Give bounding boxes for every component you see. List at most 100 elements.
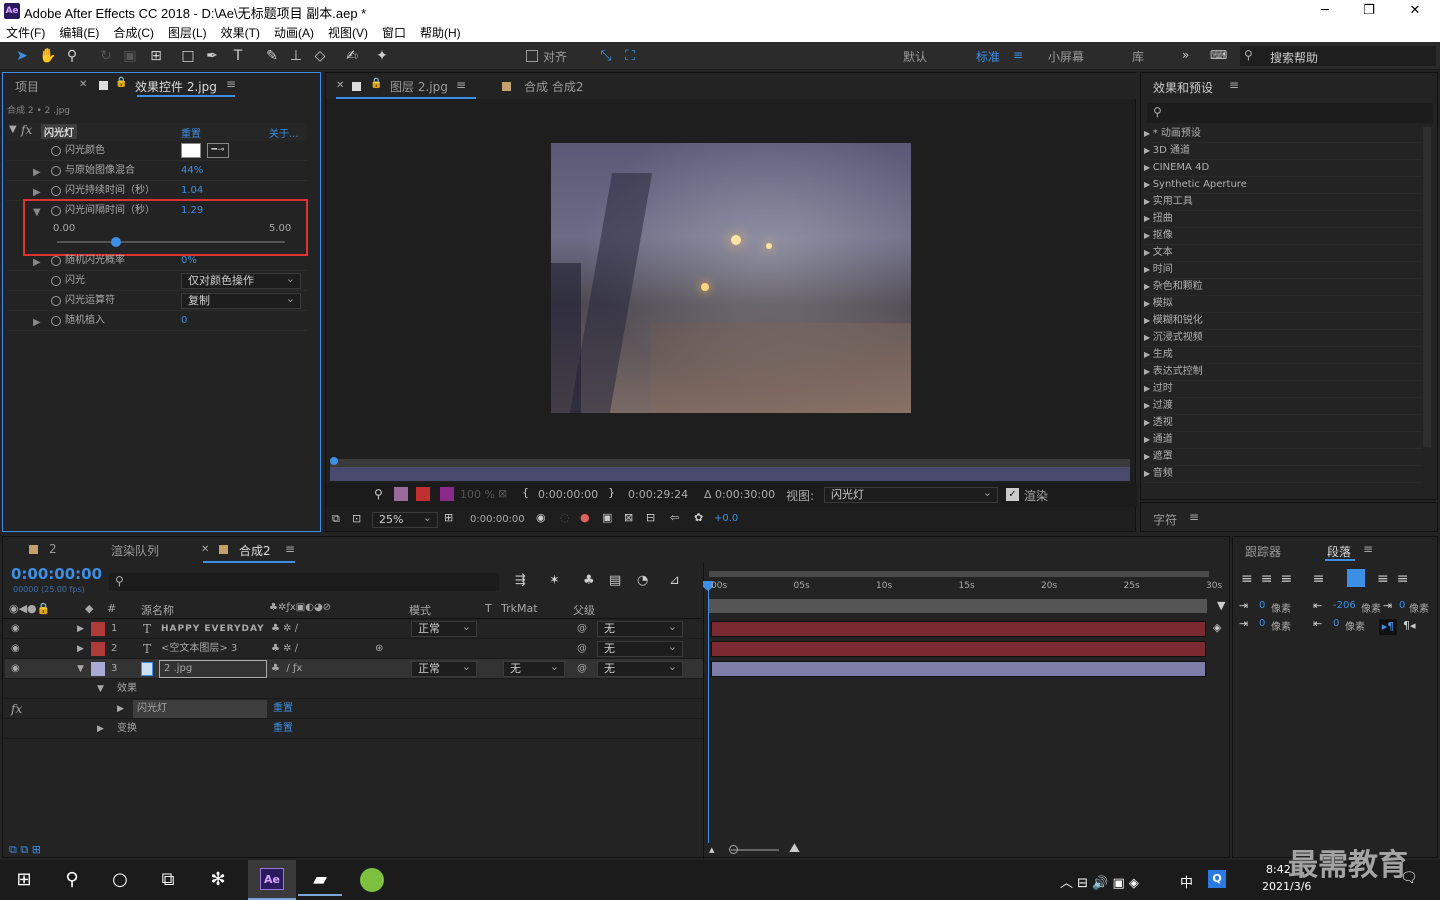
close-tab-icon[interactable]: ✕ [79,79,87,90]
tab-character[interactable]: 字符 [1153,511,1177,528]
layer-name[interactable]: <空文本图层> 3 [161,639,237,659]
prop-value[interactable]: 0 [181,311,187,331]
render-checkbox[interactable]: ✓ [1006,488,1019,501]
layer-bar-2[interactable] [711,641,1206,657]
show-snapshot-icon[interactable]: ◌ [560,511,570,524]
expand-arrow-icon[interactable]: ▶ [1144,214,1153,223]
pan-behind-tool-icon[interactable]: ⊞ [146,46,166,66]
eye-icon[interactable]: ◉ [11,659,20,679]
panel-menu-icon[interactable]: ≡ [1189,510,1199,524]
rtl-direction-icon[interactable]: ¶◂ [1403,619,1416,632]
expand-arrow-icon[interactable]: ▶ [97,719,104,739]
hand-tool-icon[interactable]: ✋ [38,46,58,66]
layer-search-input[interactable]: ⚲ [109,573,499,591]
clone-stamp-icon[interactable]: ⊥ [286,46,306,66]
tab-project[interactable]: 项目 [15,78,39,95]
search-icon[interactable]: ⚲ [50,864,94,896]
expand-arrow-icon[interactable]: ▶ [1144,282,1153,291]
effect-reset-link[interactable]: 重置 [273,699,293,719]
layer-bar-1[interactable] [711,621,1206,637]
expand-arrow-icon[interactable]: ▶ [33,253,41,273]
pen-tool-icon[interactable]: ✒ [202,46,222,66]
reset-link[interactable]: 重置 [181,125,201,140]
resolution-icon[interactable]: ⊞ [444,511,453,524]
frame-blending-icon[interactable]: ▤ [609,573,621,588]
rotate-tool-icon[interactable]: ↻ [96,46,116,66]
zoom-tool-icon[interactable]: ⚲ [62,46,82,66]
effect-category-item[interactable]: ▶ 时间 [1144,262,1422,279]
close-tab-icon[interactable]: ✕ [201,544,209,555]
menu-window[interactable]: 窗口 [382,24,406,41]
expand-arrow-icon[interactable]: ▶ [1144,452,1153,461]
pickwhip-icon[interactable]: @ [577,619,587,639]
puppet-tool-icon[interactable]: ✦ [372,46,392,66]
expand-arrow-icon[interactable]: ▶ [1144,418,1153,427]
layer-row-1[interactable]: ◉ ▶ 1 T HAPPY EVERYDAY ♣ ✲ ∕ 正常 @ 无 [5,619,703,639]
expand-arrow-icon[interactable]: ▶ [1144,469,1153,478]
stopwatch-icon[interactable] [51,166,61,176]
draft-3d-icon[interactable]: ✶ [549,573,560,588]
system-tray-icons[interactable]: ︿ ⊟ 🔊 ▣ ◈ [1060,872,1139,891]
expand-arrow-icon[interactable]: ▶ [1144,231,1153,240]
workspace-menu-icon[interactable]: ≡ [1013,48,1023,62]
mode-dropdown[interactable]: 正常 [411,620,477,637]
close-tab-icon[interactable]: ✕ [336,80,344,91]
menu-help[interactable]: 帮助(H) [420,24,461,41]
menu-animation[interactable]: 动画(A) [274,24,314,41]
effect-category-item[interactable]: ▶ 模糊和锐化 [1144,313,1422,330]
transform-reset-link[interactable]: 重置 [273,719,293,739]
current-time-indicator[interactable] [330,457,338,465]
motion-blur-icon[interactable]: ⚲ [374,487,383,501]
effect-category-item[interactable]: ▶ 扭曲 [1144,211,1422,228]
effect-row[interactable]: fx ▶ 闪光灯 重置 [5,699,703,719]
stopwatch-icon[interactable] [51,256,61,266]
expand-arrow-icon[interactable]: ▶ [1144,435,1153,444]
justify-active-icon[interactable] [1347,569,1365,587]
effects-group-row[interactable]: ▼ 效果 [5,679,703,699]
help-search-box[interactable]: ⚲ 搜索帮助 [1240,46,1436,66]
motion-blur-icon[interactable]: ◔ [637,573,648,588]
time-end[interactable]: 0:00:29:24 [628,488,688,501]
expand-arrow-icon[interactable]: ▶ [1144,367,1153,376]
prop-value[interactable]: 1.04 [181,181,203,201]
header-mode[interactable]: 模式 [409,602,431,618]
taskbar-ae-button[interactable]: Ae [248,860,296,900]
workspace-standard[interactable]: 标准 [976,48,1000,65]
watermelon-app-icon[interactable] [360,868,384,892]
3d-view-icon[interactable]: ⊟ [646,511,655,524]
comp-marker-bin-icon[interactable]: ◈ [1213,621,1221,634]
eraser-tool-icon[interactable]: ◇ [310,46,330,66]
snap-grid-icon[interactable]: ⛶ [620,46,640,66]
align-buttons-icon[interactable]: ≡≡≡ ≡ [1241,571,1332,587]
camera-tool-icon[interactable]: ▣ [120,46,140,66]
playhead-line[interactable] [708,581,709,843]
expand-arrow-icon[interactable]: ▶ [1144,350,1153,359]
about-link[interactable]: 关于... [269,125,299,140]
workspace-small-screen[interactable]: 小屏幕 [1048,48,1084,65]
in-point-icon[interactable]: { [522,486,529,499]
shy-layers-icon[interactable]: ♣ [583,573,595,588]
expand-arrow-icon[interactable]: ▶ [1144,299,1153,308]
timeline-zoom-bar[interactable] [709,571,1209,577]
shy-icon[interactable] [394,487,408,501]
effect-category-item[interactable]: ▶ 模拟 [1144,296,1422,313]
effect-category-item[interactable]: ▶ Synthetic Aperture [1144,177,1422,194]
eye-icon[interactable]: ◉ [11,639,20,659]
eye-icon[interactable]: ◉ [11,619,20,639]
expand-arrow-icon[interactable]: ▶ [1144,333,1153,342]
zoom-in-icon[interactable]: ⛰ [789,841,800,856]
parent-dropdown[interactable]: 无 [597,620,683,637]
label-color-swatch[interactable] [91,622,105,636]
tab-layer[interactable]: 图层 2.jpg [390,78,448,95]
header-trkmat[interactable]: TrkMat [501,602,538,615]
expand-arrow-icon[interactable]: ▶ [1144,265,1153,274]
stopwatch-icon[interactable] [51,276,61,286]
menu-composition[interactable]: 合成(C) [113,24,154,41]
stopwatch-icon[interactable] [51,146,61,156]
tab-tracker[interactable]: 跟踪器 [1245,543,1281,560]
tab-comp-2[interactable]: 2 [49,542,57,556]
region-icon[interactable]: ▣ [602,511,612,524]
layer-row-3[interactable]: ◉ ▼ 3 2 .jpg ♣ ∕ ƒx 正常 无 @ 无 [5,659,703,679]
effect-category-item[interactable]: ▶ 透视 [1144,415,1422,432]
panel-menu-icon[interactable]: ≡ [226,77,236,91]
